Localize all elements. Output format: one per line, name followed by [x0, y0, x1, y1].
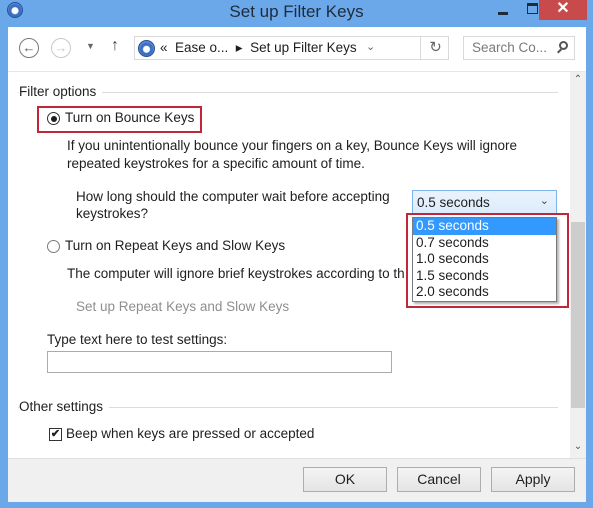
dialog-footer: OK Cancel Apply	[8, 458, 586, 502]
bounce-keys-description-line2: repeated keystrokes for a specific amoun…	[67, 156, 365, 171]
up-button[interactable]: ↑	[111, 37, 119, 55]
wait-question-line1: How long should the computer wait before…	[76, 189, 390, 204]
wait-time-select[interactable]: 0.5 seconds ⌄	[412, 190, 557, 215]
repeat-slow-keys-radio[interactable]	[47, 240, 60, 253]
setup-repeat-slow-keys-link[interactable]: Set up Repeat Keys and Slow Keys	[76, 299, 289, 314]
repeat-slow-keys-description: The computer will ignore brief keystroke…	[67, 266, 405, 281]
test-settings-input[interactable]	[47, 351, 392, 373]
search-input[interactable]: Search Co...	[463, 36, 575, 60]
scroll-down-icon[interactable]: ⌄	[570, 441, 586, 457]
recent-locations-button[interactable]: ▼	[86, 41, 95, 51]
wait-question-line2: keystrokes?	[76, 206, 149, 221]
cancel-button[interactable]: Cancel	[397, 467, 481, 492]
search-placeholder: Search Co...	[472, 40, 548, 55]
beep-checkbox[interactable]: ✔	[49, 428, 62, 441]
bounce-keys-description-line1: If you unintentionally bounce your finge…	[67, 138, 518, 153]
refresh-button[interactable]: ↻	[420, 37, 450, 59]
close-button[interactable]: ✕	[539, 0, 587, 20]
chevron-down-icon[interactable]: ⌄	[540, 194, 549, 207]
breadcrumb[interactable]: « Ease o... ▸ Set up Filter Keys	[160, 40, 357, 56]
wait-time-selected: 0.5 seconds	[417, 195, 490, 210]
back-button[interactable]: ←	[19, 38, 39, 58]
title-bar: Set up Filter Keys ✕	[0, 0, 593, 24]
address-dropdown-icon[interactable]: ⌄	[366, 40, 375, 53]
scrollbar-thumb[interactable]	[571, 222, 585, 408]
ease-of-access-icon	[138, 40, 155, 57]
navigation-bar: ← → ▼ ↑ « Ease o... ▸ Set up Filter Keys…	[8, 27, 586, 71]
dropdown-option[interactable]: 2.0 seconds	[413, 284, 556, 301]
beep-label[interactable]: Beep when keys are pressed or accepted	[66, 426, 314, 441]
minimize-button[interactable]	[490, 0, 518, 20]
scroll-up-icon[interactable]: ⌃	[570, 74, 586, 90]
repeat-slow-keys-label[interactable]: Turn on Repeat Keys and Slow Keys	[65, 238, 285, 253]
bounce-keys-label[interactable]: Turn on Bounce Keys	[65, 110, 194, 125]
window-frame: ← → ▼ ↑ « Ease o... ▸ Set up Filter Keys…	[8, 27, 586, 502]
content-pane: Filter options Turn on Bounce Keys If yo…	[8, 71, 586, 459]
dropdown-option[interactable]: 1.0 seconds	[413, 251, 556, 268]
vertical-scrollbar[interactable]: ⌃ ⌄	[570, 72, 586, 459]
address-bar[interactable]: « Ease o... ▸ Set up Filter Keys ⌄ ↻	[134, 36, 449, 60]
other-settings-label: Other settings	[19, 399, 110, 414]
wait-time-dropdown-list[interactable]: 0.5 seconds 0.7 seconds 1.0 seconds 1.5 …	[412, 217, 557, 302]
dropdown-option[interactable]: 1.5 seconds	[413, 268, 556, 285]
dropdown-option[interactable]: 0.5 seconds	[413, 218, 556, 235]
test-settings-label: Type text here to test settings:	[47, 332, 228, 347]
filter-options-label: Filter options	[19, 84, 103, 99]
forward-button[interactable]: →	[51, 38, 71, 58]
dropdown-option[interactable]: 0.7 seconds	[413, 235, 556, 252]
search-icon[interactable]	[559, 41, 568, 50]
apply-button[interactable]: Apply	[491, 467, 575, 492]
bounce-keys-radio[interactable]	[47, 112, 60, 125]
ok-button[interactable]: OK	[303, 467, 387, 492]
